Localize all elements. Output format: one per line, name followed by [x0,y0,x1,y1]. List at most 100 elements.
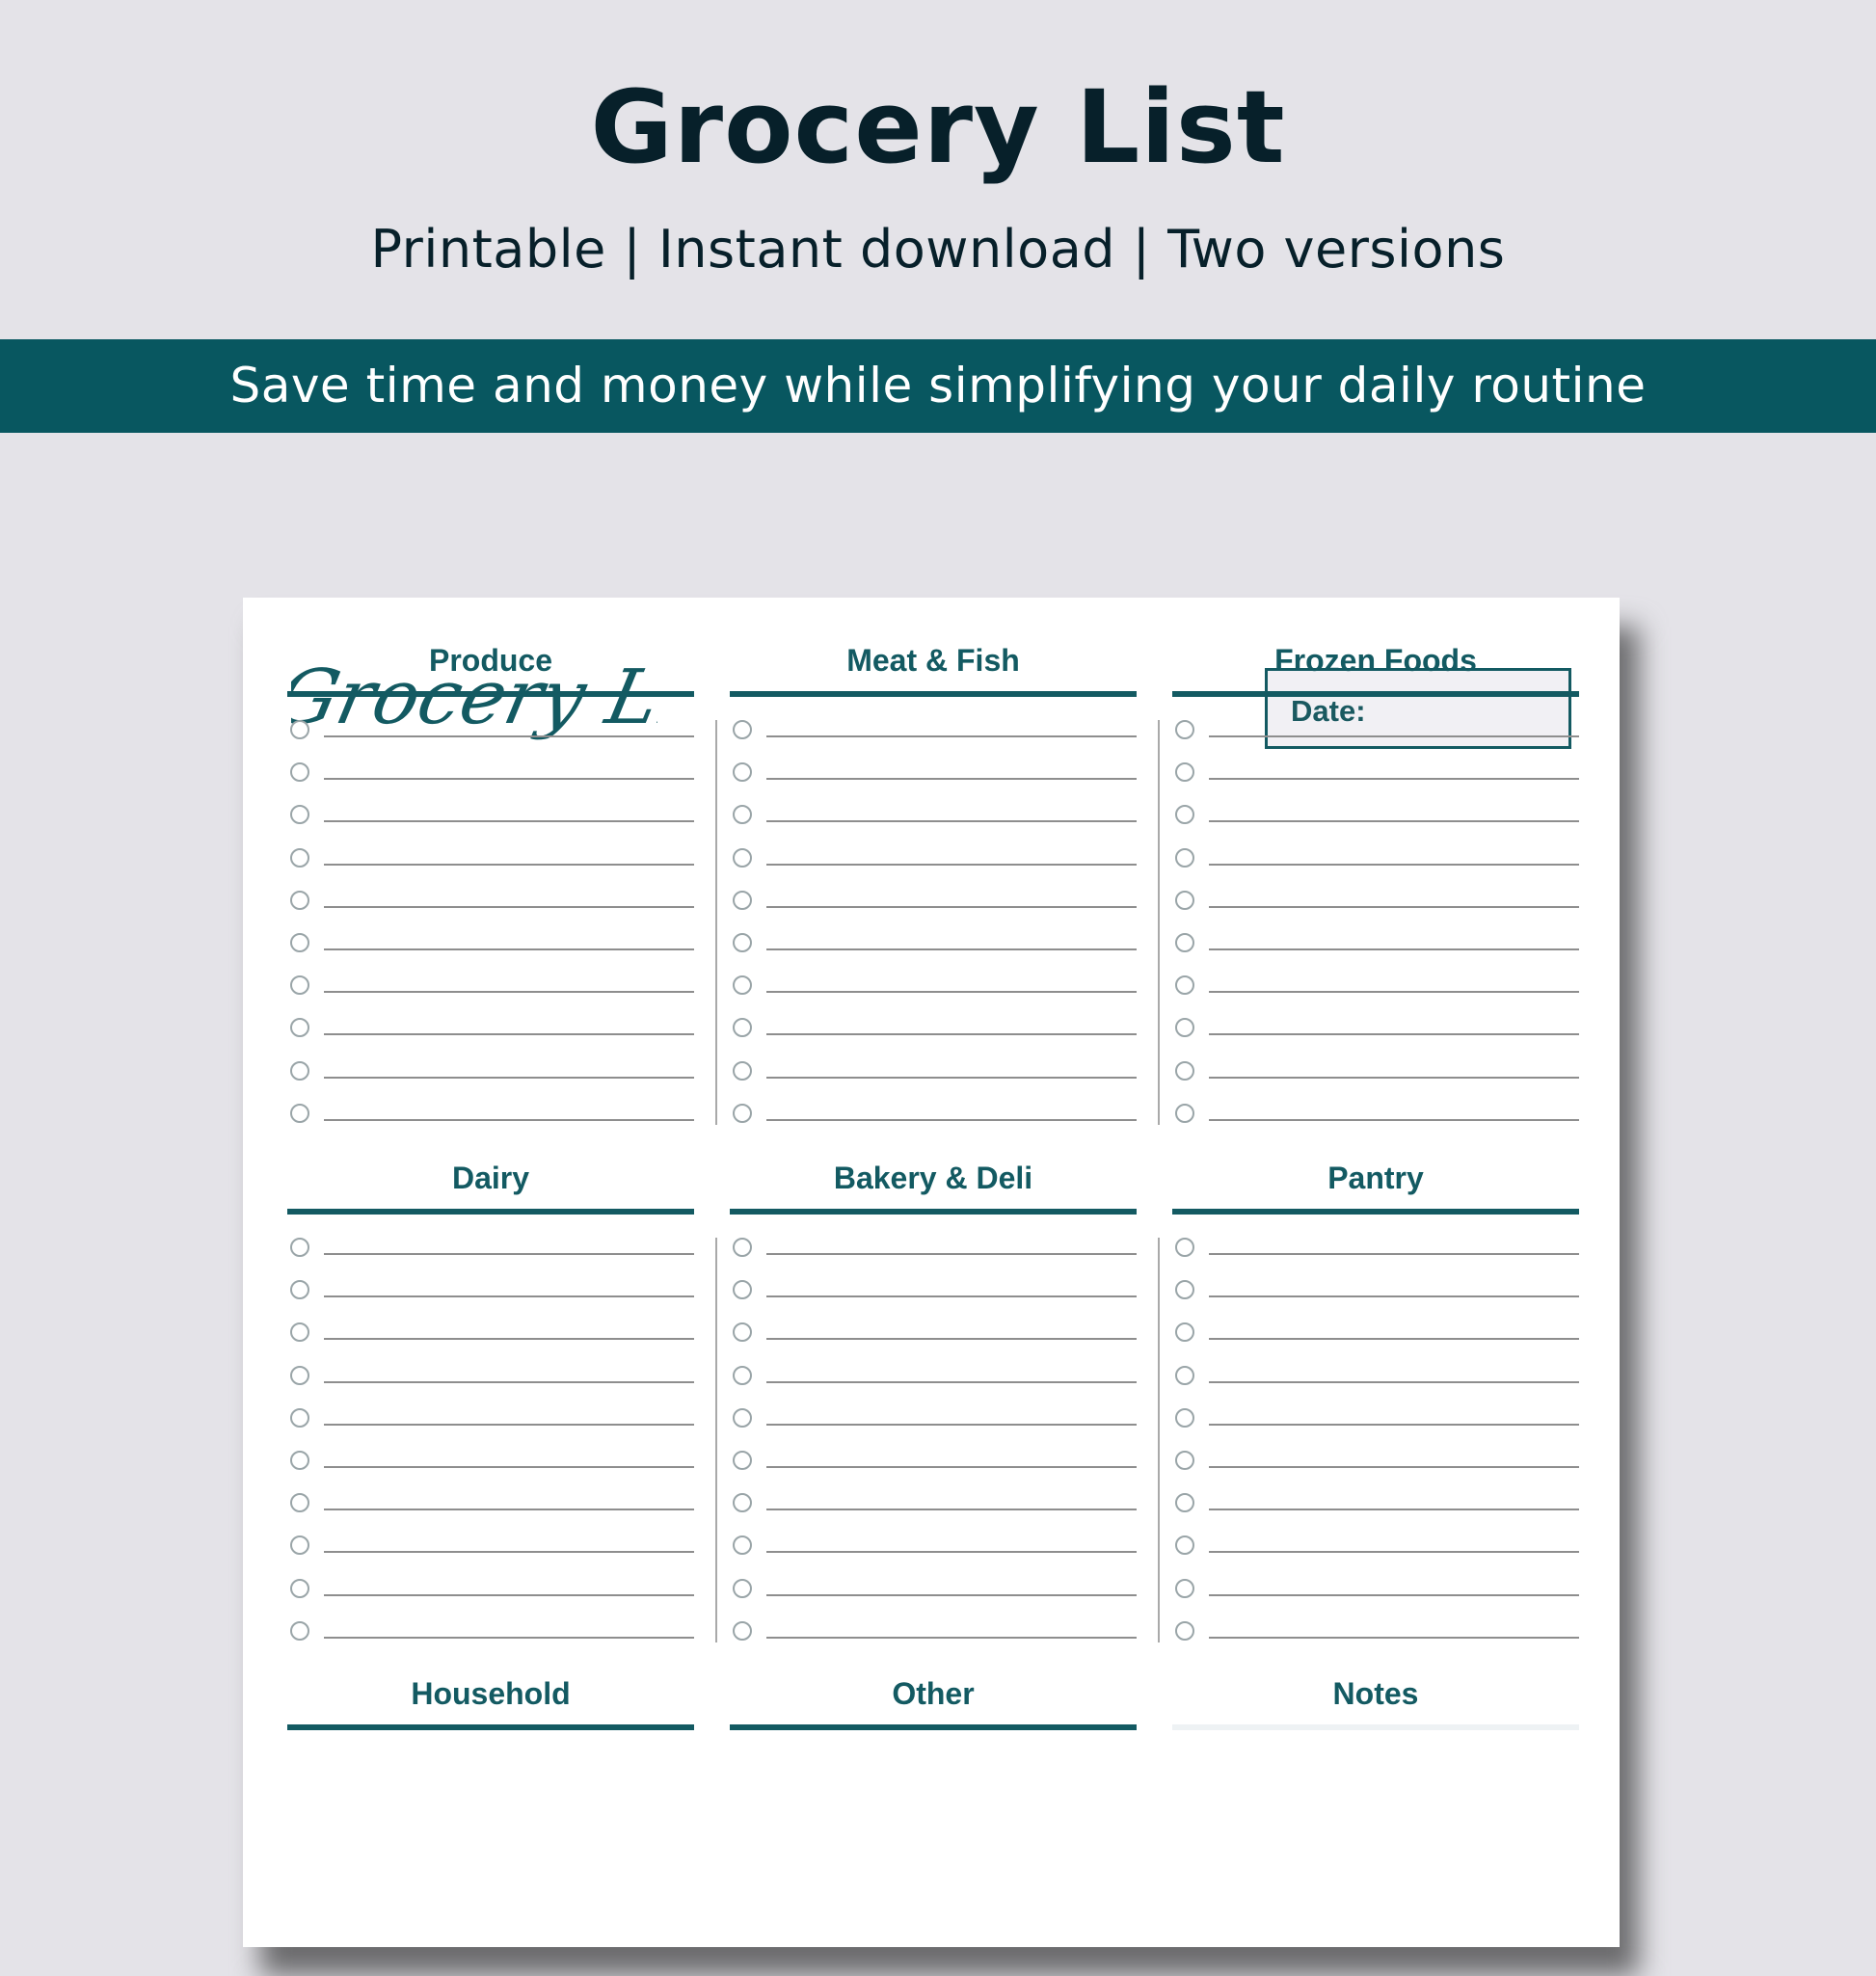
write-in-line[interactable] [766,1338,1137,1341]
write-in-line[interactable] [1209,1295,1579,1298]
write-in-line[interactable] [766,863,1137,866]
checkbox-circle-icon[interactable] [1175,1280,1194,1300]
write-in-line[interactable] [766,1380,1137,1383]
checkbox-circle-icon[interactable] [1175,1365,1194,1385]
write-in-line[interactable] [324,1636,694,1639]
write-in-line[interactable] [324,1380,694,1383]
checkbox-circle-icon[interactable] [290,847,309,868]
checkbox-circle-icon[interactable] [1175,1238,1194,1257]
checkbox-circle-icon[interactable] [733,1493,752,1513]
checkbox-circle-icon[interactable] [1175,1322,1194,1343]
checkbox-circle-icon[interactable] [733,847,752,868]
write-in-line[interactable] [766,1423,1137,1426]
checkbox-circle-icon[interactable] [290,1620,309,1641]
write-in-line[interactable] [1209,1253,1579,1255]
write-in-line[interactable] [324,1423,694,1426]
checkbox-circle-icon[interactable] [733,1578,752,1598]
checkbox-circle-icon[interactable] [1175,762,1194,783]
write-in-line[interactable] [766,991,1137,994]
checkbox-circle-icon[interactable] [290,1407,309,1428]
checkbox-circle-icon[interactable] [290,975,309,996]
checkbox-circle-icon[interactable] [733,1238,752,1257]
write-in-line[interactable] [1209,1033,1579,1036]
checkbox-circle-icon[interactable] [290,720,309,739]
write-in-line[interactable] [766,735,1137,737]
write-in-line[interactable] [324,1076,694,1079]
write-in-line[interactable] [324,1465,694,1468]
write-in-line[interactable] [1209,1338,1579,1341]
write-in-line[interactable] [1209,735,1579,737]
checkbox-circle-icon[interactable] [290,1535,309,1556]
checkbox-circle-icon[interactable] [1175,1535,1194,1556]
checkbox-circle-icon[interactable] [290,932,309,952]
write-in-line[interactable] [766,1253,1137,1255]
checkbox-circle-icon[interactable] [290,890,309,910]
write-in-line[interactable] [1209,1509,1579,1511]
checkbox-circle-icon[interactable] [733,1060,752,1081]
checkbox-circle-icon[interactable] [290,762,309,783]
checkbox-circle-icon[interactable] [733,1018,752,1038]
write-in-line[interactable] [324,820,694,823]
checkbox-circle-icon[interactable] [1175,890,1194,910]
checkbox-circle-icon[interactable] [1175,1620,1194,1641]
checkbox-circle-icon[interactable] [733,1322,752,1343]
checkbox-circle-icon[interactable] [290,1493,309,1513]
checkbox-circle-icon[interactable] [290,1280,309,1300]
write-in-line[interactable] [1209,778,1579,781]
checkbox-circle-icon[interactable] [1175,805,1194,825]
checkbox-circle-icon[interactable] [733,720,752,739]
write-in-line[interactable] [1209,905,1579,908]
checkbox-circle-icon[interactable] [733,932,752,952]
checkbox-circle-icon[interactable] [290,1103,309,1123]
checkbox-circle-icon[interactable] [1175,1018,1194,1038]
write-in-line[interactable] [1209,948,1579,950]
checkbox-circle-icon[interactable] [1175,1450,1194,1470]
write-in-line[interactable] [324,1033,694,1036]
write-in-line[interactable] [766,1593,1137,1596]
write-in-line[interactable] [324,778,694,781]
checkbox-circle-icon[interactable] [1175,1060,1194,1081]
write-in-line[interactable] [324,1118,694,1121]
checkbox-circle-icon[interactable] [290,1060,309,1081]
write-in-line[interactable] [324,735,694,737]
checkbox-circle-icon[interactable] [733,805,752,825]
write-in-line[interactable] [766,1551,1137,1554]
checkbox-circle-icon[interactable] [1175,932,1194,952]
write-in-line[interactable] [324,1593,694,1596]
write-in-line[interactable] [766,820,1137,823]
checkbox-circle-icon[interactable] [733,1535,752,1556]
checkbox-circle-icon[interactable] [290,805,309,825]
checkbox-circle-icon[interactable] [733,1407,752,1428]
write-in-line[interactable] [766,1295,1137,1298]
write-in-line[interactable] [1209,1636,1579,1639]
checkbox-circle-icon[interactable] [1175,1407,1194,1428]
checkbox-circle-icon[interactable] [1175,1578,1194,1598]
write-in-line[interactable] [324,905,694,908]
write-in-line[interactable] [766,1465,1137,1468]
write-in-line[interactable] [1209,1593,1579,1596]
checkbox-circle-icon[interactable] [290,1450,309,1470]
write-in-line[interactable] [324,1338,694,1341]
write-in-line[interactable] [1209,1118,1579,1121]
checkbox-circle-icon[interactable] [1175,720,1194,739]
write-in-line[interactable] [1209,863,1579,866]
checkbox-circle-icon[interactable] [733,1280,752,1300]
write-in-line[interactable] [324,991,694,994]
write-in-line[interactable] [1209,991,1579,994]
write-in-line[interactable] [324,1551,694,1554]
checkbox-circle-icon[interactable] [1175,847,1194,868]
checkbox-circle-icon[interactable] [290,1365,309,1385]
write-in-line[interactable] [766,1076,1137,1079]
write-in-line[interactable] [324,1295,694,1298]
checkbox-circle-icon[interactable] [733,890,752,910]
write-in-line[interactable] [766,1636,1137,1639]
write-in-line[interactable] [1209,820,1579,823]
write-in-line[interactable] [324,1253,694,1255]
write-in-line[interactable] [766,905,1137,908]
write-in-line[interactable] [1209,1465,1579,1468]
checkbox-circle-icon[interactable] [1175,1103,1194,1123]
write-in-line[interactable] [766,1509,1137,1511]
write-in-line[interactable] [324,948,694,950]
checkbox-circle-icon[interactable] [290,1322,309,1343]
write-in-line[interactable] [1209,1380,1579,1383]
